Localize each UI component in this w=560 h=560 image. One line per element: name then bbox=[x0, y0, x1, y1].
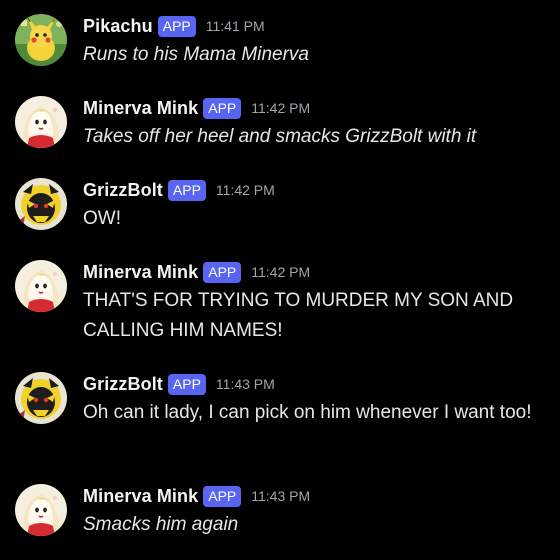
timestamp[interactable]: 11:42 PM bbox=[216, 182, 275, 198]
app-badge: APP bbox=[167, 373, 206, 395]
timestamp[interactable]: 11:42 PM bbox=[251, 264, 310, 280]
pikachu-avatar[interactable] bbox=[15, 14, 67, 66]
app-badge: APP bbox=[203, 485, 242, 507]
app-badge: APP bbox=[203, 261, 242, 283]
message-text: Smacks him again bbox=[83, 514, 239, 535]
username[interactable]: Pikachu bbox=[83, 16, 153, 37]
message-text: THAT'S FOR TRYING TO MURDER MY SON AND C… bbox=[83, 290, 514, 341]
message-text: Oh can it lady, I can pick on him whenev… bbox=[83, 402, 532, 423]
message-text: OW! bbox=[83, 208, 121, 229]
username[interactable]: GrizzBolt bbox=[83, 374, 163, 395]
timestamp[interactable]: 11:43 PM bbox=[216, 376, 275, 392]
grizzbolt-avatar[interactable] bbox=[15, 372, 67, 424]
app-badge: APP bbox=[167, 179, 206, 201]
username[interactable]: Minerva Mink bbox=[83, 486, 198, 507]
app-badge: APP bbox=[157, 15, 196, 37]
timestamp[interactable]: 11:41 PM bbox=[206, 18, 265, 34]
minerva-avatar[interactable] bbox=[15, 484, 67, 536]
username[interactable]: Minerva Mink bbox=[83, 98, 198, 119]
username[interactable]: GrizzBolt bbox=[83, 180, 163, 201]
minerva-avatar[interactable] bbox=[15, 96, 67, 148]
timestamp[interactable]: 11:43 PM bbox=[251, 488, 310, 504]
grizzbolt-avatar[interactable] bbox=[15, 178, 67, 230]
message-text: Takes off her heel and smacks GrizzBolt … bbox=[83, 126, 477, 147]
message-text: Runs to his Mama Minerva bbox=[83, 44, 309, 65]
app-badge: APP bbox=[203, 97, 242, 119]
timestamp[interactable]: 11:42 PM bbox=[251, 100, 310, 116]
minerva-avatar[interactable] bbox=[15, 260, 67, 312]
username[interactable]: Minerva Mink bbox=[83, 262, 198, 283]
